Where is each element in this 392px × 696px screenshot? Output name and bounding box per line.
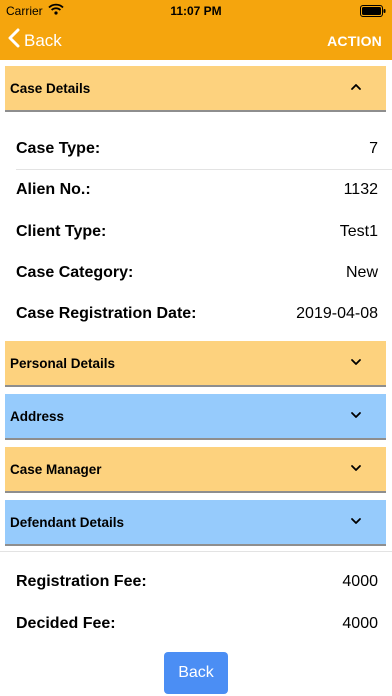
section-case-manager[interactable]: Case Manager	[5, 447, 386, 493]
section-title: Defendant Details	[10, 514, 125, 530]
status-time: 11:07 PM	[170, 4, 222, 18]
case-type-label: Case Type:	[16, 140, 101, 157]
nav-back-label: Back	[24, 30, 62, 50]
action-button[interactable]: ACTION	[327, 33, 382, 49]
section-address[interactable]: Address	[5, 394, 386, 440]
case-type-value: 7	[369, 140, 378, 157]
chevron-up-icon	[350, 80, 362, 98]
section-defendant-details[interactable]: Defendant Details	[5, 500, 386, 546]
chevron-down-icon	[350, 514, 362, 532]
client-type-value: Test1	[339, 223, 378, 240]
chevron-down-icon	[350, 408, 362, 426]
alien-no-row: Alien No.: 1132	[16, 170, 378, 210]
nav-back-button[interactable]: Back	[8, 28, 62, 53]
chevron-left-icon	[8, 28, 20, 53]
registration-fee-row: Registration Fee: 4000	[16, 562, 378, 602]
decided-fee-row: Decided Fee: 4000	[16, 604, 378, 644]
chevron-down-icon	[350, 461, 362, 479]
navigation-bar: Back ACTION	[0, 22, 392, 60]
registration-date-row: Case Registration Date: 2019-04-08	[16, 294, 378, 334]
case-category-label: Case Category:	[16, 264, 134, 281]
decided-fee-label: Decided Fee:	[16, 615, 116, 632]
client-type-row: Client Type: Test1	[16, 212, 378, 252]
decided-fee-value: 4000	[342, 615, 378, 632]
client-type-label: Client Type:	[16, 223, 107, 240]
alien-no-value: 1132	[343, 181, 378, 198]
battery-icon	[360, 5, 386, 20]
status-bar: Carrier 11:07 PM	[0, 0, 392, 22]
alien-no-label: Alien No.:	[16, 181, 91, 198]
section-case-details[interactable]: Case Details	[5, 66, 386, 112]
back-button[interactable]: Back	[164, 652, 228, 694]
divider	[0, 551, 392, 552]
registration-fee-label: Registration Fee:	[16, 573, 147, 590]
registration-fee-value: 4000	[342, 573, 378, 590]
section-title: Personal Details	[10, 355, 116, 371]
case-category-row: Case Category: New	[16, 253, 378, 293]
chevron-down-icon	[350, 355, 362, 373]
case-type-row: Case Type: 7	[16, 129, 378, 169]
case-category-value: New	[345, 264, 378, 281]
section-title: Address	[10, 408, 65, 424]
registration-date-label: Case Registration Date:	[16, 305, 197, 322]
registration-date-value: 2019-04-08	[296, 305, 378, 322]
section-title: Case Manager	[10, 461, 102, 477]
section-personal-details[interactable]: Personal Details	[5, 341, 386, 387]
section-title: Case Details	[10, 80, 91, 96]
